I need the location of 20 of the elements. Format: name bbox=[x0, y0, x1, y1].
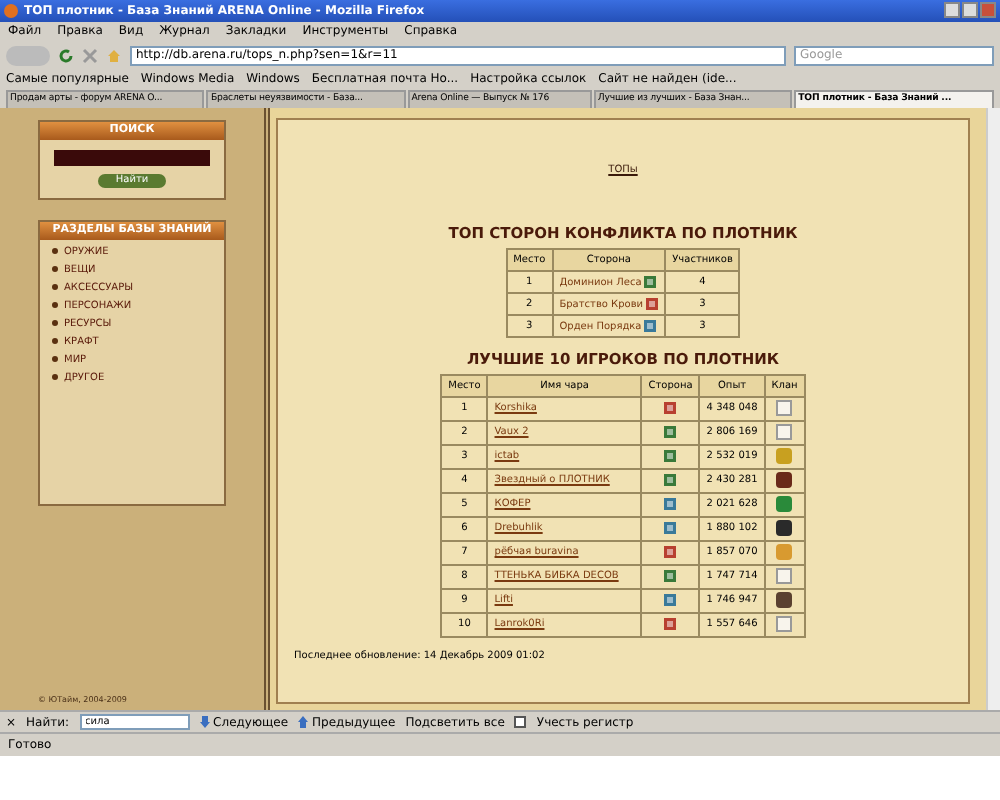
bullet-icon bbox=[52, 320, 58, 327]
bullet-icon bbox=[52, 302, 58, 309]
down-arrow-icon bbox=[199, 716, 210, 729]
blank-emblem-icon bbox=[776, 568, 793, 585]
scrollbar[interactable] bbox=[986, 107, 1000, 711]
search-field[interactable] bbox=[54, 149, 210, 166]
bullet-icon bbox=[52, 248, 58, 255]
blank-emblem-icon bbox=[776, 616, 793, 633]
bullet-icon bbox=[52, 356, 58, 363]
close-icon[interactable] bbox=[82, 47, 98, 64]
app-icon bbox=[4, 3, 18, 18]
minimize-button[interactable] bbox=[944, 2, 960, 19]
maximize-button[interactable] bbox=[962, 2, 978, 19]
bullet-icon bbox=[52, 338, 58, 345]
bullet-icon bbox=[52, 374, 58, 381]
match-case-checkbox[interactable] bbox=[514, 716, 527, 729]
reload-icon[interactable] bbox=[58, 47, 74, 64]
bullet-icon bbox=[52, 284, 58, 291]
bullet-icon bbox=[52, 266, 58, 273]
up-arrow-icon bbox=[298, 716, 309, 729]
